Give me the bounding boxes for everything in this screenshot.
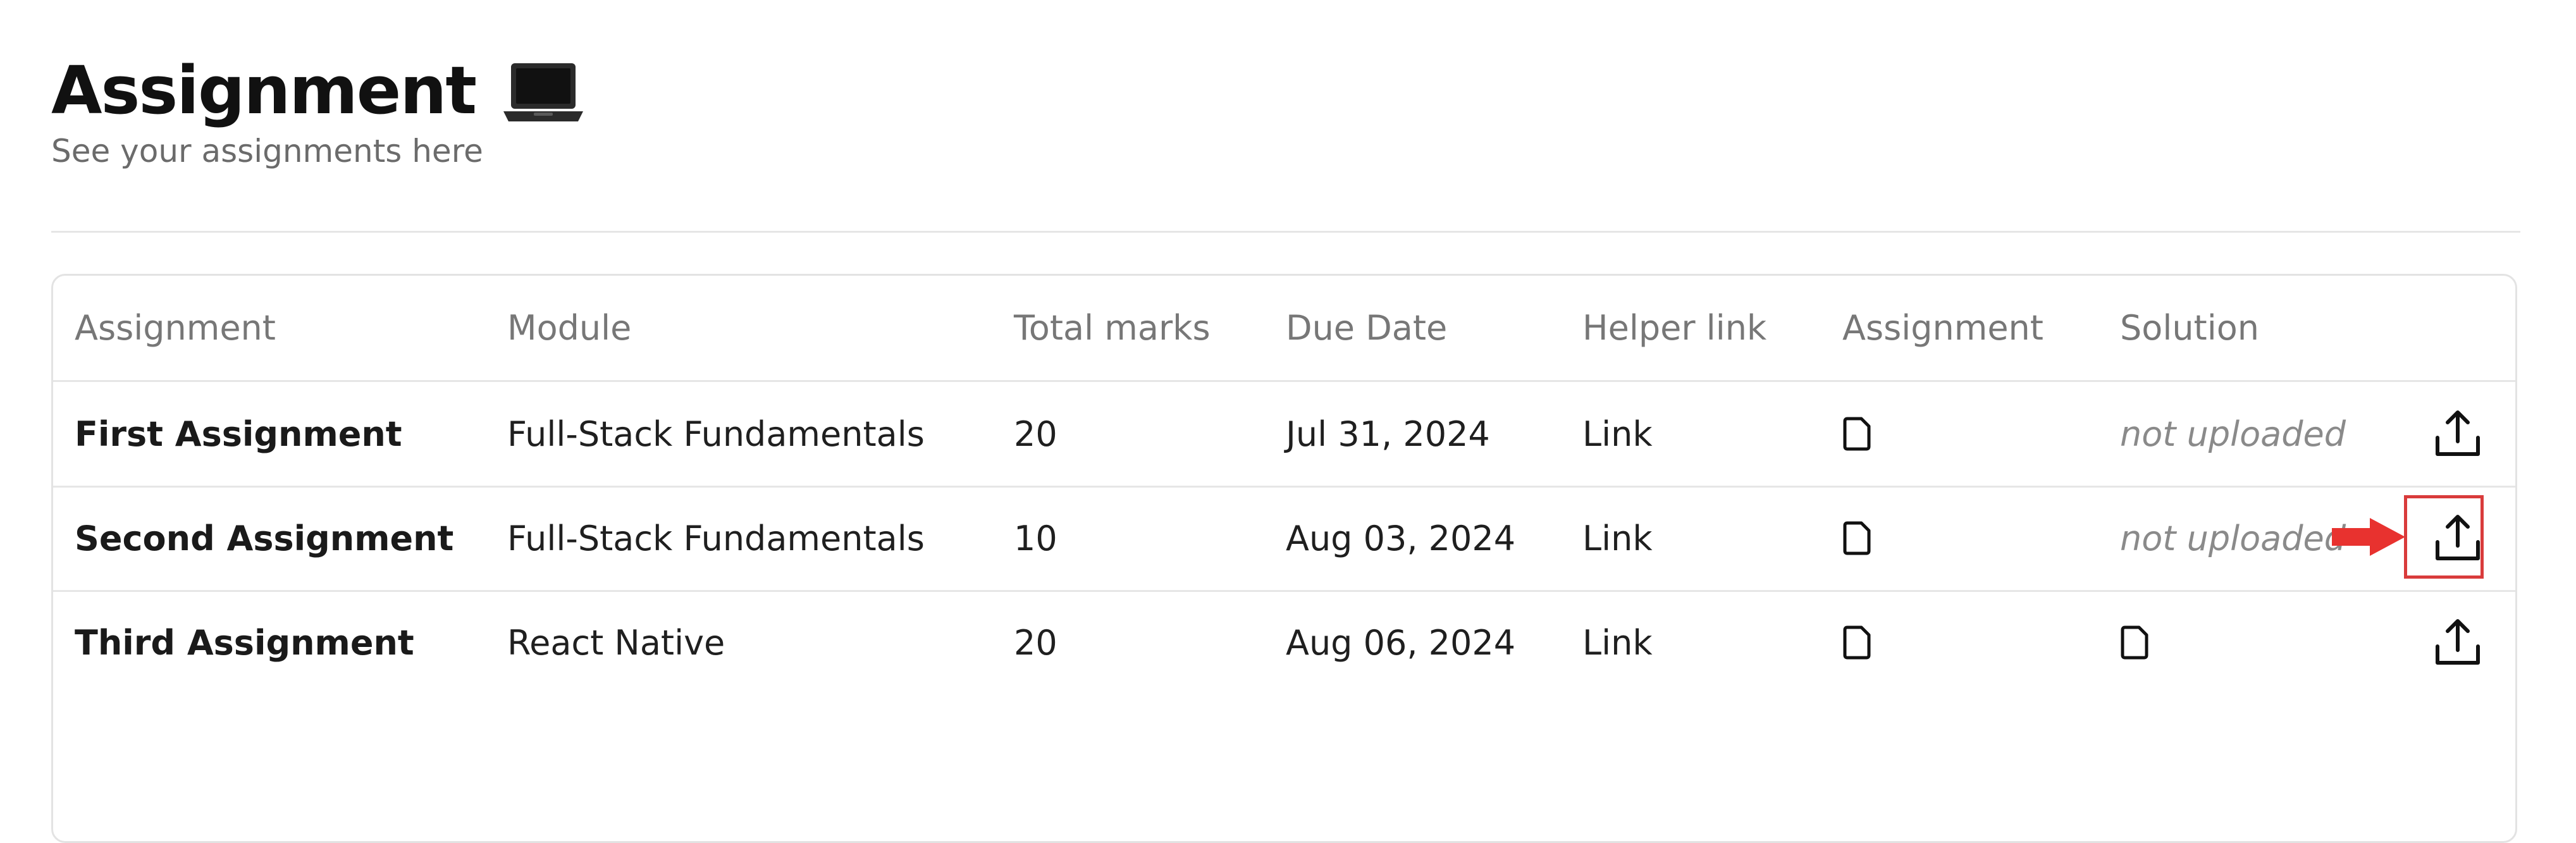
document-icon <box>2121 625 2148 660</box>
document-icon <box>1843 521 1871 555</box>
assignment-file-button[interactable] <box>1842 486 1874 590</box>
assignment-file-button[interactable] <box>1842 591 1874 694</box>
assignment-file-button[interactable] <box>1842 382 1874 486</box>
helper-link[interactable]: Link <box>1582 591 1653 694</box>
column-header-assignment: Assignment <box>75 308 276 348</box>
column-header-total-marks: Total marks <box>1014 308 1211 348</box>
page-subtitle: See your assignments here <box>51 133 483 169</box>
header-divider <box>51 231 2520 233</box>
column-header-helper-link: Helper link <box>1582 308 1767 348</box>
assignment-name: First Assignment <box>75 414 402 454</box>
page-title: Assignment <box>51 52 477 129</box>
column-header-due-date: Due Date <box>1286 308 1448 348</box>
solution-status: not uploaded <box>2120 414 2346 454</box>
document-icon <box>1843 417 1871 451</box>
helper-link[interactable]: Link <box>1582 382 1653 486</box>
table-row: Second Assignment Full-Stack Fundamental… <box>53 486 2515 592</box>
solution-status: not uploaded <box>2120 518 2346 558</box>
module-name: React Native <box>507 622 725 663</box>
assignment-name: Second Assignment <box>75 518 454 558</box>
table-row: Third Assignment React Native 20 Aug 06,… <box>53 591 2515 694</box>
column-header-solution: Solution <box>2120 308 2259 348</box>
total-marks: 20 <box>1014 622 1057 663</box>
column-header-module: Module <box>507 308 632 348</box>
total-marks: 10 <box>1014 518 1057 558</box>
module-name: Full-Stack Fundamentals <box>507 518 925 558</box>
assignment-name: Third Assignment <box>75 622 414 663</box>
table-header-row: Assignment Module Total marks Due Date H… <box>53 276 2515 382</box>
title-row: Assignment <box>51 56 586 125</box>
assignments-table: Assignment Module Total marks Due Date H… <box>51 274 2517 843</box>
helper-link[interactable]: Link <box>1582 486 1653 590</box>
table-row: First Assignment Full-Stack Fundamentals… <box>53 382 2515 488</box>
upload-solution-button[interactable] <box>2431 591 2484 694</box>
laptop-icon <box>503 63 584 121</box>
due-date: Aug 06, 2024 <box>1286 622 1516 663</box>
upload-icon <box>2436 410 2480 456</box>
upload-solution-button[interactable] <box>2431 382 2484 486</box>
total-marks: 20 <box>1014 414 1057 454</box>
document-icon <box>1843 625 1871 660</box>
highlight-box <box>2404 495 2484 579</box>
solution-file-button[interactable] <box>2120 591 2152 694</box>
page-header: Assignment See your assignments here <box>51 56 586 169</box>
due-date: Jul 31, 2024 <box>1286 414 1490 454</box>
column-header-assignment-file: Assignment <box>1842 308 2043 348</box>
due-date: Aug 03, 2024 <box>1286 518 1516 558</box>
upload-icon <box>2436 619 2480 665</box>
module-name: Full-Stack Fundamentals <box>507 414 925 454</box>
red-arrow-icon <box>2332 518 2405 556</box>
